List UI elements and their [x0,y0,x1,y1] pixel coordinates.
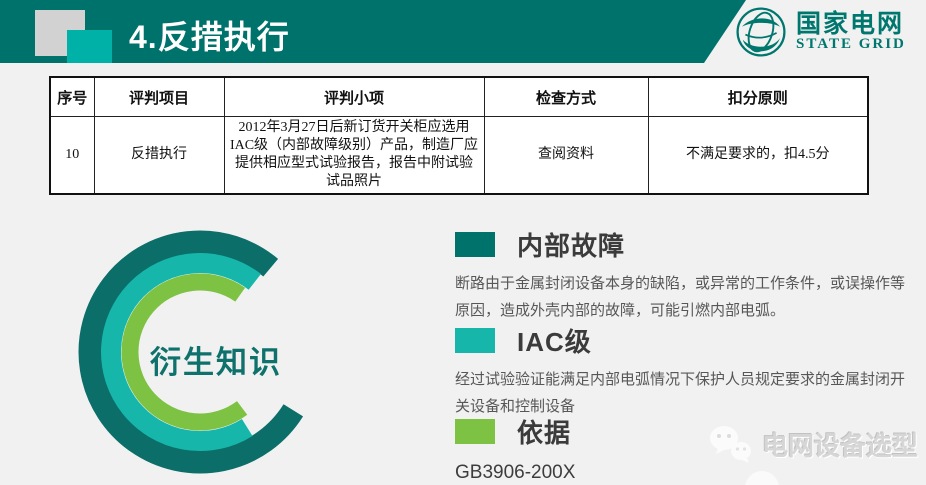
header-decor-teal-square [67,30,112,63]
section-iac-class: IAC级 经过试验验证能满足内部电弧情况下保护人员规定要求的金属封闭开关设备和控… [455,322,910,420]
cell-subitem: 2012年3月27日后新订货开关柜应选用IAC级（内部故障级别）产品，制造厂应提… [224,117,484,195]
wechat-watermark: 电网设备选型 [708,424,918,464]
table-header-row: 序号 评判项目 评判小项 检查方式 扣分原则 [50,77,868,117]
teal-bullet-square-icon [455,232,495,257]
section-header: 内部故障 [455,226,910,263]
section-title: 依据 [517,413,571,450]
derived-knowledge-badge: 衍生知识 [150,337,282,382]
table-row: 10 反措执行 2012年3月27日后新订货开关柜应选用IAC级（内部故障级别）… [50,117,868,195]
section-body: 经过试验验证能满足内部电弧情况下保护人员规定要求的金属封闭开关设备和控制设备 [455,366,905,420]
page-title: 4.反措执行 [129,12,290,58]
section-internal-fault: 内部故障 断路由于金属封闭设备本身的缺陷，或异常的工作条件，或误操作等原因，造成… [455,226,910,324]
cell-deduction-rule: 不满足要求的，扣4.5分 [648,117,868,195]
section-body: 断路由于金属封闭设备本身的缺陷，或异常的工作条件，或误操作等原因，造成外壳内部的… [455,270,905,324]
reference-standard: GB3906-200X [455,462,910,484]
section-title: IAC级 [517,322,592,359]
cell-index: 10 [50,117,94,195]
green-bullet-square-icon [455,419,495,444]
wechat-icon [708,424,754,464]
column-header-item: 评判项目 [94,77,224,117]
column-header-deduction-rule: 扣分原则 [648,77,868,117]
cyan-bullet-square-icon [455,328,495,353]
state-grid-logo: 国家电网 STATE GRID [735,6,906,58]
column-header-check-method: 检查方式 [484,77,648,117]
section-title: 内部故障 [517,226,625,263]
watermark-text: 电网设备选型 [762,426,918,463]
column-header-index: 序号 [50,77,94,117]
logo-text-block: 国家电网 STATE GRID [796,11,906,53]
state-grid-emblem-icon [735,6,787,58]
cell-item: 反措执行 [94,117,224,195]
logo-name-cn: 国家电网 [796,11,906,37]
review-table: 序号 评判项目 评判小项 检查方式 扣分原则 10 反措执行 2012年3月27… [49,76,869,195]
column-header-subitem: 评判小项 [224,77,484,117]
review-table-container: 序号 评判项目 评判小项 检查方式 扣分原则 10 反措执行 2012年3月27… [49,76,869,195]
logo-name-en: STATE GRID [796,37,906,53]
cell-check-method: 查阅资料 [484,117,648,195]
section-header: IAC级 [455,322,910,359]
presentation-slide: 4.反措执行 国家电网 STATE GRID 序号 评判项目 评判小项 检查方式 [0,0,926,485]
